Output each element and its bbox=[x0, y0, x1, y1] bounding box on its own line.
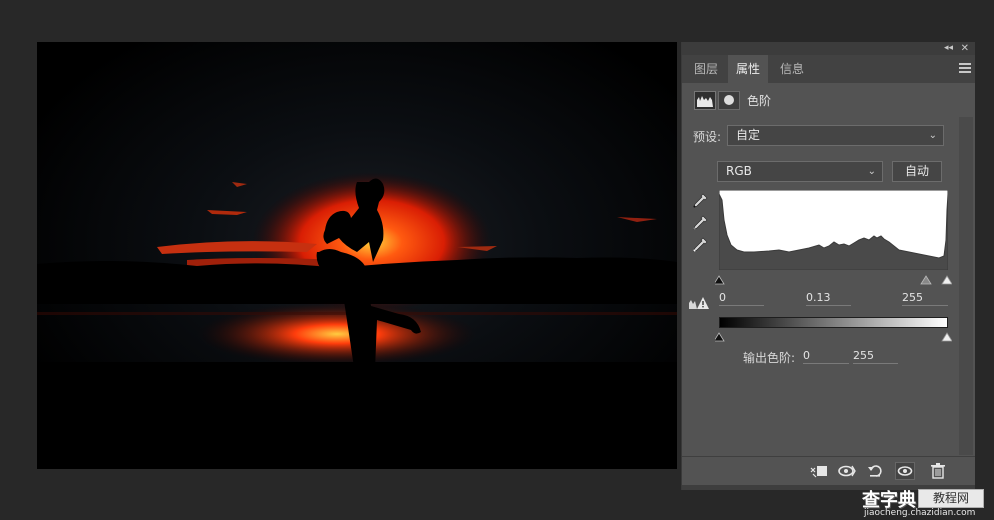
white-point-eyedropper-icon[interactable] bbox=[691, 236, 709, 254]
channel-dropdown[interactable]: RGB ⌄ bbox=[717, 161, 883, 182]
panel-menu-icon[interactable] bbox=[959, 63, 971, 73]
gray-point-eyedropper-icon[interactable] bbox=[691, 214, 709, 232]
watermark-url: jiaocheng.chazidian.com bbox=[864, 508, 976, 518]
auto-button[interactable]: 自动 bbox=[892, 161, 942, 182]
tab-layers[interactable]: 图层 bbox=[686, 55, 726, 83]
input-levels-slider-track[interactable] bbox=[713, 271, 953, 285]
tab-properties[interactable]: 属性 bbox=[728, 55, 768, 83]
sunset-couple-photo bbox=[37, 42, 677, 469]
reset-icon[interactable] bbox=[866, 462, 886, 480]
chevron-down-icon: ⌄ bbox=[928, 130, 937, 141]
input-gamma-slider[interactable] bbox=[920, 275, 932, 285]
preset-label: 预设: bbox=[693, 130, 722, 144]
panel-tabbar: 图层 属性 信息 bbox=[682, 55, 975, 83]
output-black-slider[interactable] bbox=[713, 332, 725, 342]
trash-icon[interactable] bbox=[928, 462, 948, 480]
output-black-field[interactable]: 0 bbox=[803, 349, 849, 364]
levels-histogram-icon[interactable] bbox=[694, 91, 716, 110]
output-levels-gradient bbox=[719, 317, 948, 328]
output-white-field[interactable]: 255 bbox=[853, 349, 898, 364]
tab-info[interactable]: 信息 bbox=[770, 55, 814, 83]
output-levels-label: 输出色阶: bbox=[743, 351, 796, 365]
panel-header-bar: ◂◂ ✕ bbox=[682, 42, 975, 55]
panel-bottom-toolbar bbox=[682, 456, 975, 485]
input-white-slider[interactable] bbox=[941, 275, 953, 285]
preset-value: 自定 bbox=[736, 128, 761, 142]
output-levels-slider-track[interactable] bbox=[713, 328, 953, 342]
adjustment-title: 色阶 bbox=[747, 94, 772, 108]
layer-mask-icon[interactable] bbox=[718, 91, 740, 110]
close-panel-button[interactable]: ✕ bbox=[961, 42, 969, 55]
view-previous-state-icon[interactable] bbox=[837, 462, 857, 480]
clip-to-layer-icon[interactable] bbox=[809, 462, 829, 480]
levels-histogram bbox=[718, 189, 949, 271]
watermark: 查字典 教程网 jiaocheng.chazidian.com bbox=[842, 486, 994, 520]
panel-scrollbar[interactable] bbox=[959, 117, 973, 455]
preset-dropdown[interactable]: 自定 ⌄ bbox=[727, 125, 944, 146]
input-black-field[interactable]: 0 bbox=[719, 291, 764, 306]
channel-value: RGB bbox=[726, 164, 752, 178]
input-black-slider[interactable] bbox=[713, 275, 725, 285]
eye-icon[interactable] bbox=[895, 462, 915, 480]
document-canvas[interactable] bbox=[37, 42, 677, 469]
clipping-warning-icon[interactable] bbox=[688, 295, 710, 309]
collapse-panel-button[interactable]: ◂◂ bbox=[944, 42, 953, 55]
input-white-field[interactable]: 255 bbox=[902, 291, 948, 306]
chevron-down-icon: ⌄ bbox=[867, 166, 876, 177]
watermark-logo-box: 教程网 bbox=[918, 489, 984, 508]
properties-panel: ◂◂ ✕ 图层 属性 信息 色阶 预设: 自定 ⌄ RGB ⌄ 自动 0 0.1… bbox=[681, 42, 975, 490]
input-gamma-field[interactable]: 0.13 bbox=[806, 291, 851, 306]
black-point-eyedropper-icon[interactable] bbox=[691, 192, 709, 210]
output-white-slider[interactable] bbox=[941, 332, 953, 342]
